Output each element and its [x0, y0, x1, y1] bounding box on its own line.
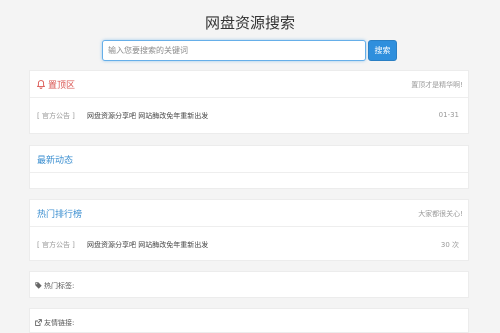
item-tag: [ 官方公告 ] — [37, 112, 75, 120]
latest-panel-title: 最新动态 — [37, 156, 74, 166]
pinned-panel-title: 置顶区 — [36, 78, 76, 92]
pinned-panel-subtitle: 置顶才是精华啊! — [411, 81, 463, 89]
hot-panel: 热门排行榜 大家都很关心! [ 官方公告 ] 网盘资源分享吧 网站酶改免年重新出… — [29, 199, 469, 261]
item-count: 30 次 — [440, 241, 459, 249]
item-tag: [ 官方公告 ] — [37, 241, 75, 249]
friend-links-panel: 友情链接: — [29, 308, 469, 333]
list-item[interactable]: [ 官方公告 ] 网盘资源分享吧 网站酶改免年重新出发 30 次 — [30, 227, 468, 262]
pinned-title-text: 置顶区 — [48, 81, 76, 91]
external-link-icon — [35, 319, 44, 327]
search-button[interactable]: 搜索 — [368, 40, 397, 61]
item-date: 01-31 — [438, 111, 459, 119]
pinned-panel: 置顶区 置顶才是精华啊! [ 官方公告 ] 网盘资源分享吧 网站酶改免年重新出发… — [29, 70, 469, 134]
bell-icon — [36, 80, 46, 92]
tag-icon — [35, 282, 44, 290]
hot-panel-subtitle: 大家都很关心! — [418, 210, 463, 218]
site-title: 网盘资源搜索 — [204, 14, 295, 32]
friend-links-label-wrap: 友情链接: — [35, 318, 74, 328]
latest-panel: 最新动态 — [29, 145, 469, 189]
hot-tags-label: 热门标签: — [44, 282, 75, 290]
item-link[interactable]: 网盘资源分享吧 网站酶改免年重新出发 — [87, 111, 208, 121]
search-input[interactable] — [102, 40, 366, 61]
latest-panel-header: 最新动态 — [30, 146, 468, 173]
hot-panel-title: 热门排行榜 — [37, 210, 83, 220]
pinned-panel-header: 置顶区 置顶才是精华啊! — [30, 71, 468, 98]
hot-panel-header: 热门排行榜 大家都很关心! — [30, 200, 468, 227]
friend-links-label: 友情链接: — [44, 319, 75, 327]
hot-tags-panel: 热门标签: — [29, 271, 469, 298]
item-link[interactable]: 网盘资源分享吧 网站酶改免年重新出发 — [87, 240, 208, 250]
hot-tags-label-wrap: 热门标签: — [35, 281, 74, 291]
list-item[interactable]: [ 官方公告 ] 网盘资源分享吧 网站酶改免年重新出发 01-31 — [30, 98, 468, 133]
